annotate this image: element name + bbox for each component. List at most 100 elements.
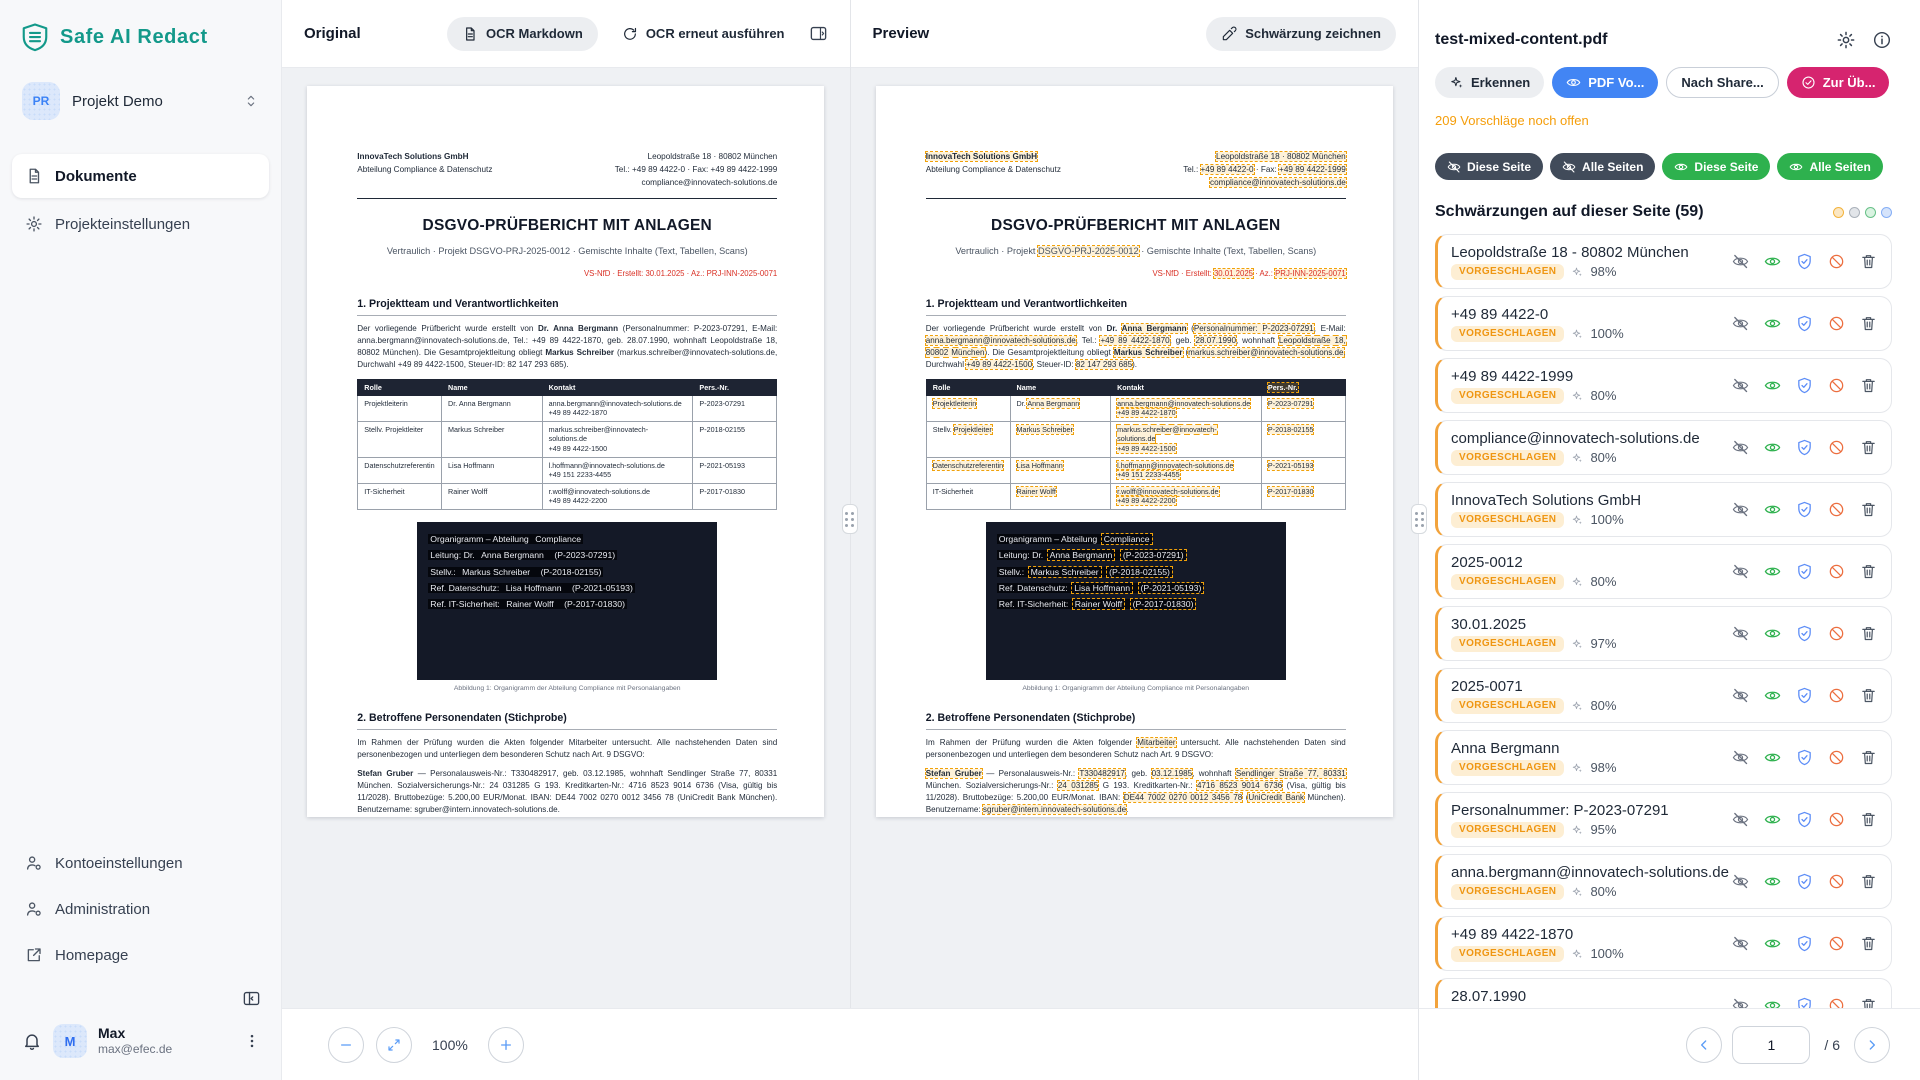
redaction-highlight[interactable]: 24 031285 xyxy=(1058,781,1098,790)
redaction-highlight[interactable]: Stefan Gruber xyxy=(926,769,982,778)
approve-suggestion-button[interactable] xyxy=(1794,623,1815,644)
notifications-button[interactable] xyxy=(22,1031,42,1051)
sidebar-item-administration[interactable]: Administration xyxy=(12,887,269,931)
redaction-highlight[interactable]: Lisa Hoffmann xyxy=(1072,583,1132,593)
status-dot-approved[interactable] xyxy=(1865,207,1876,218)
sidebar-item-kontoeinstellungen[interactable]: Kontoeinstellungen xyxy=(12,841,269,885)
redaction-highlight[interactable]: 4716 8523 9014 6736 xyxy=(1197,781,1282,790)
hide-this-page-button[interactable]: Diese Seite xyxy=(1435,153,1543,180)
redaction-highlight[interactable]: Projektleiter xyxy=(385,425,423,434)
redaction-highlight[interactable]: 82 147 293 685 xyxy=(507,360,563,369)
redaction-highlight[interactable]: 28.07.1990 xyxy=(1195,336,1236,345)
draw-redaction-button[interactable]: Schwärzung zeichnen xyxy=(1206,17,1396,51)
redaction-highlight[interactable]: T330482917 xyxy=(511,769,556,778)
status-dot-hidden[interactable] xyxy=(1849,207,1860,218)
reject-suggestion-button[interactable] xyxy=(1826,251,1847,272)
reject-suggestion-button[interactable] xyxy=(1826,933,1847,954)
document-info-button[interactable] xyxy=(1872,30,1892,50)
redaction-highlight[interactable]: P-2017-01830 xyxy=(699,487,745,496)
delete-suggestion-button[interactable] xyxy=(1858,251,1879,272)
user-menu-button[interactable] xyxy=(243,1032,261,1050)
redactions-list[interactable]: Leopoldstraße 18 - 80802 München VORGESC… xyxy=(1419,221,1920,1008)
redaction-highlight[interactable]: (P-2017-01830) xyxy=(1131,599,1196,609)
redaction-highlight[interactable]: (P-2021-05193) xyxy=(570,583,635,593)
redaction-highlight[interactable]: Projektleiterin xyxy=(933,399,977,408)
redaction-highlight[interactable]: +49 89 4422-1999 xyxy=(1279,165,1346,174)
show-suggestion-button[interactable] xyxy=(1762,933,1783,954)
sidebar-collapse-button[interactable] xyxy=(242,989,261,1008)
redaction-highlight[interactable]: anna.bergmann@innovatech-solutions.de xyxy=(357,336,507,345)
redaction-highlight[interactable]: +49 89 4422-1500 xyxy=(398,360,464,369)
redaction-highlight[interactable]: +49 89 4422-0 xyxy=(1201,165,1254,174)
redaction-highlight[interactable]: Markus Schreiber xyxy=(460,567,532,577)
redaction-highlight[interactable]: Markus Schreiber xyxy=(448,425,504,434)
reject-suggestion-button[interactable] xyxy=(1826,995,1847,1008)
approve-suggestion-button[interactable] xyxy=(1794,809,1815,830)
hide-suggestion-button[interactable] xyxy=(1730,251,1751,272)
hide-suggestion-button[interactable] xyxy=(1730,313,1751,334)
redaction-highlight[interactable]: +49 89 4422-2200 xyxy=(549,496,608,505)
reject-suggestion-button[interactable] xyxy=(1826,313,1847,334)
share-button[interactable]: Nach Share... xyxy=(1666,67,1778,98)
redaction-highlight[interactable]: DE44 7002 0270 0012 3456 78 xyxy=(555,793,674,802)
redaction-highlight[interactable]: P-2018-02155 xyxy=(1268,425,1314,434)
redaction-highlight[interactable]: (P-2018-02155) xyxy=(1107,567,1172,577)
redaction-highlight[interactable]: Personalnummer: P-2023-07291 xyxy=(1194,324,1314,333)
show-suggestion-button[interactable] xyxy=(1762,871,1783,892)
redaction-highlight[interactable]: Lisa Hoffmann xyxy=(504,583,564,593)
redaction-highlight[interactable]: PRJ-INN-2025-0071 xyxy=(1275,269,1346,278)
redaction-highlight[interactable]: Sendlinger Straße 77, 80331 xyxy=(667,769,777,778)
redaction-highlight[interactable]: Markus Schreiber xyxy=(545,348,614,357)
redaction-highlight[interactable]: Compliance xyxy=(1102,534,1152,544)
page-number-input[interactable] xyxy=(1732,1026,1810,1064)
delete-suggestion-button[interactable] xyxy=(1858,871,1879,892)
redaction-highlight[interactable]: Projektleiterin xyxy=(364,399,408,408)
show-suggestion-button[interactable] xyxy=(1762,561,1783,582)
redaction-suggestion-card[interactable]: anna.bergmann@innovatech-solutions.de VO… xyxy=(1435,854,1892,909)
redaction-highlight[interactable]: T330482917 xyxy=(1079,769,1124,778)
redaction-highlight[interactable]: +49 151 2233-4455 xyxy=(549,470,612,479)
show-suggestion-button[interactable] xyxy=(1762,313,1783,334)
redaction-highlight[interactable]: InnovaTech Solutions GmbH xyxy=(357,152,468,161)
approve-suggestion-button[interactable] xyxy=(1794,685,1815,706)
redaction-highlight[interactable]: Anna Bergmann xyxy=(459,399,511,408)
approve-suggestion-button[interactable] xyxy=(1794,437,1815,458)
redaction-highlight[interactable]: UniCredit Bank xyxy=(680,793,736,802)
show-suggestion-button[interactable] xyxy=(1762,623,1783,644)
redaction-highlight[interactable]: Rainer Wolff xyxy=(504,599,555,609)
show-suggestion-button[interactable] xyxy=(1762,809,1783,830)
redaction-highlight[interactable]: Anna Bergmann xyxy=(553,324,618,333)
redaction-highlight[interactable]: anna.bergmann@innovatech-solutions.de xyxy=(549,399,682,408)
zoom-in-button[interactable] xyxy=(488,1027,524,1063)
redaction-highlight[interactable]: sgruber@intern.innovatech-solutions.de xyxy=(983,805,1126,814)
ocr-markdown-button[interactable]: OCR Markdown xyxy=(447,17,598,51)
hide-suggestion-button[interactable] xyxy=(1730,747,1751,768)
status-dot-manual[interactable] xyxy=(1881,207,1892,218)
redaction-highlight[interactable]: markus.schreiber@innovatech-solutions.de xyxy=(620,348,775,357)
redaction-highlight[interactable]: +49 89 4422-0 xyxy=(632,165,685,174)
redaction-highlight[interactable]: +49 151 2233-4455 xyxy=(1117,470,1180,479)
redaction-highlight[interactable]: (P-2017-01830) xyxy=(562,599,627,609)
approve-suggestion-button[interactable] xyxy=(1794,375,1815,396)
redaction-suggestion-card[interactable]: Anna Bergmann VORGESCHLAGEN 98% xyxy=(1435,730,1892,785)
redaction-highlight[interactable]: l.hoffmann@innovatech-solutions.de xyxy=(549,461,665,470)
redaction-highlight[interactable]: anna.bergmann@innovatech-solutions.de xyxy=(1117,399,1250,408)
redaction-suggestion-card[interactable]: 2025-0012 VORGESCHLAGEN 80% xyxy=(1435,544,1892,599)
approve-suggestion-button[interactable] xyxy=(1794,251,1815,272)
approve-suggestion-button[interactable] xyxy=(1794,933,1815,954)
rerun-ocr-button[interactable]: OCR erneut ausführen xyxy=(616,25,791,43)
redaction-highlight[interactable]: +49 89 4422-1500 xyxy=(966,360,1032,369)
redaction-suggestion-card[interactable]: Personalnummer: P-2023-07291 VORGESCHLAG… xyxy=(1435,792,1892,847)
hide-suggestion-button[interactable] xyxy=(1730,437,1751,458)
reject-suggestion-button[interactable] xyxy=(1826,809,1847,830)
approve-suggestion-button[interactable] xyxy=(1794,499,1815,520)
reject-suggestion-button[interactable] xyxy=(1826,437,1847,458)
delete-suggestion-button[interactable] xyxy=(1858,313,1879,334)
show-suggestion-button[interactable] xyxy=(1762,375,1783,396)
delete-suggestion-button[interactable] xyxy=(1858,499,1879,520)
redaction-highlight[interactable]: Markus Schreiber xyxy=(1029,567,1101,577)
redaction-highlight[interactable]: markus.schreiber@innovatech-solutions.de xyxy=(1117,425,1217,444)
hide-suggestion-button[interactable] xyxy=(1730,809,1751,830)
redaction-highlight[interactable]: +49 89 4422-1870 xyxy=(1100,336,1169,345)
show-all-pages-button[interactable]: Alle Seiten xyxy=(1777,153,1882,180)
